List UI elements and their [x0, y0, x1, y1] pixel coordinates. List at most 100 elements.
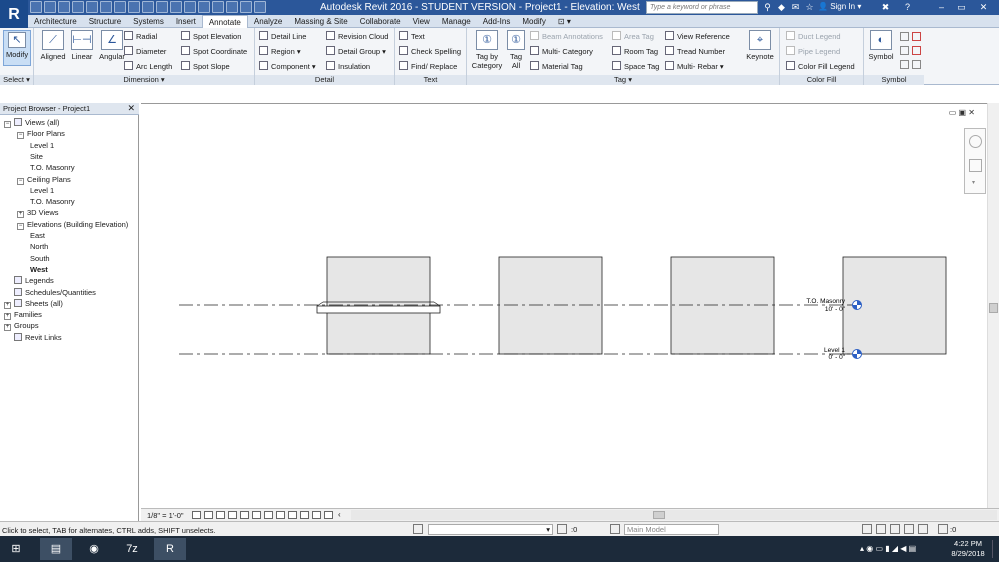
expand-icon[interactable]: + — [4, 313, 11, 321]
steering-wheel-icon[interactable] — [969, 135, 982, 148]
multi-category-button[interactable]: Multi- Category — [530, 46, 593, 58]
tab-massing-site[interactable]: Massing & Site — [288, 15, 353, 28]
browser-item[interactable]: T.O. Masonry — [30, 196, 75, 207]
pipe-legend-button[interactable]: Pipe Legend — [786, 46, 840, 58]
print-icon[interactable] — [100, 1, 112, 13]
save-icon[interactable] — [44, 1, 56, 13]
tab-annotate[interactable]: Annotate — [201, 15, 248, 28]
close-hidden-icon[interactable] — [226, 1, 238, 13]
wall-segment-3[interactable] — [670, 256, 775, 355]
check-spelling-button[interactable]: Check Spelling — [399, 46, 461, 58]
drawing-canvas[interactable]: ▭ ▣ ✕ T.O. Masonry 10' - 0" Level 1 0' -… — [141, 103, 999, 508]
panel-label-text[interactable]: Text — [395, 75, 466, 85]
tab-view[interactable]: View — [407, 15, 436, 28]
contextual-tab-toggle-icon[interactable]: ⊡ ▾ — [552, 15, 577, 28]
region-button[interactable]: Region ▾ — [259, 46, 301, 58]
panel-label-select[interactable]: Select ▾ — [0, 75, 33, 85]
open-icon[interactable] — [30, 1, 42, 13]
space-tag-button[interactable]: Space Tag — [612, 61, 659, 73]
component-button[interactable]: Component ▾ — [259, 61, 316, 73]
customize-qat-icon[interactable] — [254, 1, 266, 13]
vertical-scrollbar[interactable] — [987, 103, 999, 508]
wall-segment-2[interactable] — [498, 256, 603, 355]
view-reference-button[interactable]: View Reference — [665, 31, 730, 43]
modify-button[interactable]: ↖ Modify — [3, 30, 31, 66]
measure-icon[interactable] — [114, 1, 126, 13]
tab-insert[interactable]: Insert — [170, 15, 202, 28]
switch-windows-icon[interactable] — [240, 1, 252, 13]
undo-icon[interactable] — [72, 1, 84, 13]
browser-item[interactable]: − Ceiling Plans — [17, 174, 71, 185]
analytical-model-icon[interactable] — [312, 511, 321, 519]
tag-by-category-button[interactable]: ① Tag by Category — [469, 30, 505, 70]
view-scale[interactable]: 1/8" = 1'-0" — [147, 511, 184, 520]
close-icon[interactable]: ✕ — [127, 103, 135, 114]
room-tag-button[interactable]: Room Tag — [612, 46, 658, 58]
sign-in-button[interactable]: 👤 Sign In ▾ — [818, 2, 861, 11]
symbol-button[interactable]: ◐ Symbol — [866, 30, 896, 61]
level-elevation-level-1[interactable]: 0' - 0" — [828, 354, 845, 361]
browser-item[interactable]: Level 1 — [30, 185, 54, 196]
design-option-select[interactable]: Main Model — [624, 524, 719, 535]
browser-item[interactable]: T.O. Masonry — [30, 162, 75, 173]
tab-structure[interactable]: Structure — [83, 15, 127, 28]
editable-only-icon[interactable] — [557, 524, 567, 534]
drag-elements-icon[interactable] — [918, 524, 928, 534]
horizontal-scroll-thumb[interactable] — [653, 511, 665, 519]
linear-button[interactable]: ⊢⊣ Linear — [68, 30, 96, 61]
text-icon[interactable] — [170, 1, 182, 13]
span-direction-icon[interactable] — [900, 32, 909, 41]
shadows-icon[interactable] — [228, 511, 237, 519]
duct-legend-button[interactable]: Duct Legend — [786, 31, 841, 43]
revit-taskbar-icon[interactable]: R — [154, 538, 186, 560]
subscription-icon[interactable]: ◆ — [776, 2, 787, 13]
system-tray-icons[interactable]: ▴ ◉ ▭ ▮ ◢ ◀ ▤ — [860, 544, 916, 553]
active-workset-select[interactable]: ▾ — [428, 524, 553, 535]
chevron-down-icon[interactable]: ▾ — [972, 179, 979, 186]
diameter-button[interactable]: Diameter — [124, 46, 166, 58]
reveal-hidden-icon[interactable] — [288, 511, 297, 519]
exchange-icon[interactable]: ✖ — [880, 2, 891, 13]
show-desktop-button[interactable] — [992, 540, 997, 558]
browser-item[interactable]: East — [30, 230, 45, 241]
stair-path-icon[interactable] — [900, 46, 909, 55]
windows-start-icon[interactable]: ⊞ — [0, 538, 32, 560]
temporary-hide-icon[interactable] — [276, 511, 285, 519]
7zip-icon[interactable]: 7z — [116, 538, 148, 560]
level-elevation-to-masonry[interactable]: 10' - 0" — [825, 306, 846, 313]
tab-modify[interactable]: Modify — [516, 15, 552, 28]
select-pinned-icon[interactable] — [890, 524, 900, 534]
tag-icon[interactable] — [156, 1, 168, 13]
panel-label-tag[interactable]: Tag ▾ — [467, 75, 779, 85]
spot-elevation-icon[interactable] — [142, 1, 154, 13]
minimize-icon[interactable]: – — [936, 2, 947, 13]
search-input[interactable]: Type a keyword or phrase — [646, 1, 758, 14]
path-reinforcement-icon[interactable] — [900, 60, 909, 69]
browser-item[interactable]: − Elevations (Building Elevation) — [17, 219, 128, 230]
chrome-icon[interactable]: ◉ — [78, 538, 110, 560]
file-explorer-icon[interactable]: ▤ — [40, 538, 72, 560]
browser-item[interactable]: South — [30, 253, 50, 264]
text-button[interactable]: Text — [399, 31, 425, 43]
color-fill-legend-button[interactable]: Color Fill Legend — [786, 61, 855, 73]
multi-rebar-button[interactable]: Multi- Rebar ▾ — [665, 61, 724, 73]
browser-item[interactable]: Revit Links — [4, 332, 62, 343]
design-options-icon[interactable] — [610, 524, 620, 534]
arc-length-button[interactable]: Arc Length — [124, 61, 172, 73]
binoculars-icon[interactable]: ⚲ — [762, 2, 773, 13]
browser-item[interactable]: + Families — [4, 309, 42, 321]
aligned-dimension-icon[interactable] — [128, 1, 140, 13]
tread-number-button[interactable]: Tread Number — [665, 46, 725, 58]
detail-group-button[interactable]: Detail Group ▾ — [326, 46, 386, 58]
tab-systems[interactable]: Systems — [127, 15, 170, 28]
communication-icon[interactable]: ✉ — [790, 2, 801, 13]
browser-item[interactable]: Legends — [4, 275, 54, 286]
clock[interactable]: 4:22 PM 8/29/2018 — [948, 539, 988, 559]
select-underlay-icon[interactable] — [876, 524, 886, 534]
tab-analyze[interactable]: Analyze — [248, 15, 288, 28]
zoom-icon[interactable] — [969, 159, 982, 172]
lock-3d-icon[interactable] — [264, 511, 273, 519]
expand-icon[interactable]: + — [4, 324, 11, 332]
browser-item[interactable]: Site — [30, 151, 43, 162]
vertical-scroll-thumb[interactable] — [989, 303, 998, 313]
